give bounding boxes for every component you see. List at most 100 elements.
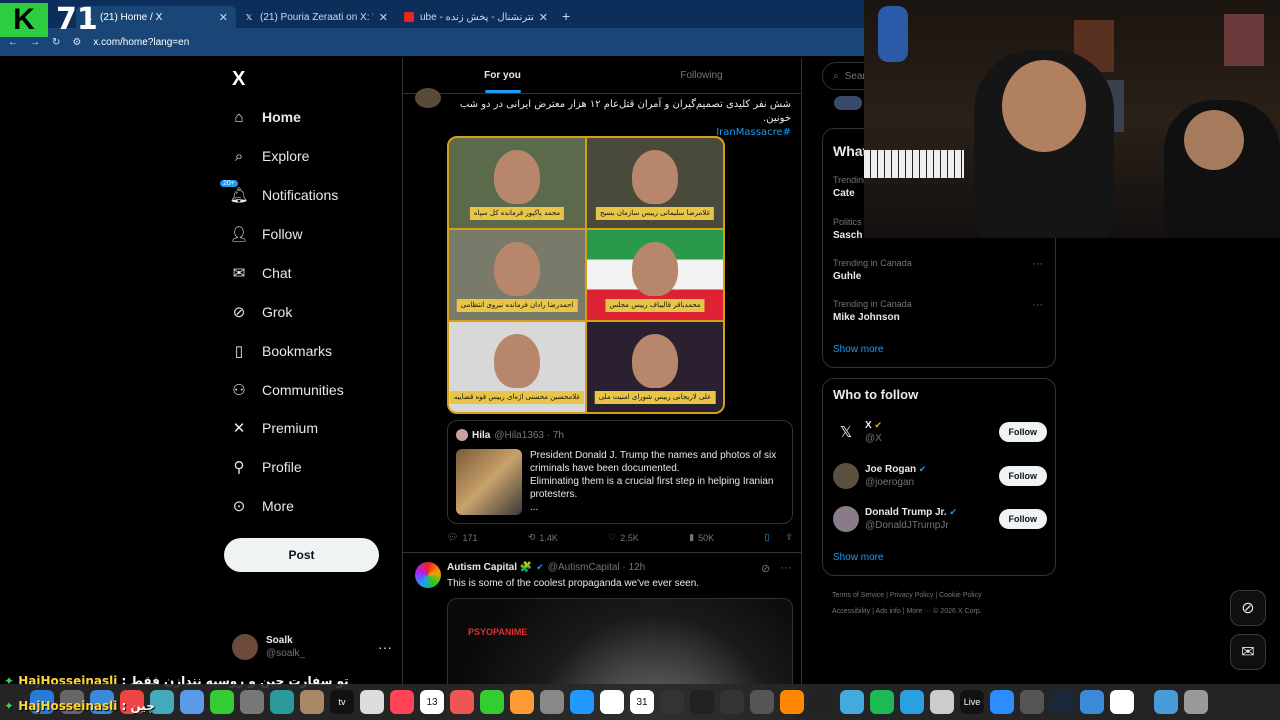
cube-app-icon[interactable] — [720, 690, 744, 714]
follow-suggestion[interactable]: Donald Trump Jr. ✔ @DonaldJTrumpJr Follo… — [833, 504, 1047, 534]
nav-home[interactable]: ⌂ Home — [230, 108, 300, 126]
tab-label: (21) Pouria Zeraati on X: "[ف] — [260, 11, 373, 23]
tab-following[interactable]: Following — [602, 58, 801, 93]
author-name[interactable]: Autism Capital 🧩 — [447, 562, 532, 573]
tweet-body: شش نفر کلیدی تصمیم‌گیران و آمران قتل‌عام… — [459, 99, 791, 124]
trend-item[interactable]: Trending in Canada Guhle ··· — [833, 258, 1047, 282]
repost-button[interactable]: ⟲ 1.4K — [528, 532, 558, 543]
close-tab-icon[interactable]: ✕ — [539, 11, 548, 24]
reply-button[interactable]: 💬︎ 171 — [447, 532, 477, 543]
nav-more[interactable]: ⊙ More — [230, 497, 294, 515]
messages-app-icon[interactable] — [210, 690, 234, 714]
messages-fab-icon[interactable]: ✉ — [1230, 634, 1266, 670]
follow-suggestion[interactable]: 𝕏 X ✔ @X Follow — [833, 417, 1047, 447]
ableton-live-icon[interactable]: Live — [960, 690, 984, 714]
nav-bookmarks[interactable]: ▯ Bookmarks — [230, 342, 332, 360]
like-button[interactable]: ♡ 2.5K — [608, 532, 639, 543]
nav-chat[interactable]: ✉ Chat — [230, 264, 292, 282]
numbers-icon[interactable] — [480, 690, 504, 714]
more-dots-icon[interactable]: ··· — [1032, 299, 1043, 311]
news-icon[interactable] — [450, 690, 474, 714]
reminders-icon[interactable] — [360, 690, 384, 714]
files-app-icon[interactable] — [930, 690, 954, 714]
system-settings-icon[interactable] — [540, 690, 564, 714]
forward-icon[interactable]: → — [30, 37, 40, 48]
portrait-cell: علی لاریجانی رییس شورای امنیت ملی — [587, 322, 723, 412]
mail-app-icon[interactable] — [180, 690, 204, 714]
pen-app-icon[interactable] — [810, 690, 834, 714]
tweet-image-grid[interactable]: محمد پاکپور فرمانده کل سپاه غلامرضا سلیم… — [447, 136, 725, 414]
portrait-caption: محمد پاکپور فرمانده کل سپاه — [469, 207, 565, 220]
vpn-app-icon[interactable] — [1080, 690, 1104, 714]
notes-icon[interactable] — [300, 690, 324, 714]
nav-follow[interactable]: 👤︎ Follow — [229, 225, 302, 243]
views-button[interactable]: ▮ 50K — [689, 532, 714, 543]
trash-icon[interactable] — [1184, 690, 1208, 714]
pages-icon[interactable] — [510, 690, 534, 714]
post-button[interactable]: Post — [224, 538, 379, 572]
bookmark-button[interactable]: ▯ ⇪ — [764, 532, 793, 543]
utility-app-icon[interactable] — [750, 690, 774, 714]
telegram-icon[interactable] — [900, 690, 924, 714]
share-icon[interactable]: ⇪ — [785, 532, 793, 543]
site-info-icon[interactable]: ⚙ — [72, 37, 81, 48]
show-more-link[interactable]: Show more — [833, 344, 884, 355]
tab-home[interactable]: 𝕏 (21) Home / X ✕ — [76, 6, 236, 28]
chatgpt-icon[interactable] — [1110, 690, 1134, 714]
portrait-cell: محمدباقر قالیباف رییس مجلس — [587, 230, 723, 320]
app-store-icon[interactable] — [570, 690, 594, 714]
close-tab-icon[interactable]: ✕ — [379, 11, 388, 24]
notion-icon[interactable] — [600, 690, 624, 714]
contacts-icon[interactable] — [240, 690, 264, 714]
calendar-icon[interactable]: 13 — [420, 690, 444, 714]
more-dots-icon[interactable]: ··· — [1032, 258, 1043, 270]
nav-explore[interactable]: ⌕ Explore — [230, 147, 310, 165]
logic-icon[interactable] — [660, 690, 684, 714]
nav-profile[interactable]: ⚲ Profile — [230, 458, 302, 476]
more-dots-icon[interactable]: ··· — [378, 639, 392, 655]
grok-fab-icon[interactable]: ⊘ — [1230, 590, 1266, 626]
footer-links[interactable]: Accessibility | Ads info | More ··· © 20… — [832, 604, 1052, 620]
account-switcher[interactable]: Soalk @soalk_ ··· — [232, 634, 392, 660]
downloads-folder-icon[interactable] — [1154, 690, 1178, 714]
follow-button[interactable]: Follow — [998, 509, 1047, 529]
portrait-caption: غلامرضا سلیمانی رییس سازمان بسیج — [595, 207, 715, 220]
follow-button[interactable]: Follow — [998, 422, 1047, 442]
nav-grok[interactable]: ⊘ Grok — [230, 303, 293, 321]
x-logo[interactable]: X — [232, 68, 402, 91]
grok-icon[interactable]: ⊘ — [761, 562, 770, 575]
calendar-app-icon[interactable]: 31 — [630, 690, 654, 714]
nav-communities[interactable]: ⚇ Communities — [230, 381, 343, 399]
maps-icon[interactable] — [270, 690, 294, 714]
fl-studio-icon[interactable] — [780, 690, 804, 714]
trend-item[interactable]: Trending in Canada Mike Johnson ··· — [833, 299, 1047, 323]
tab-youtube[interactable]: ube - ایران اینترنشنال - پخش زنده ✕ — [396, 6, 556, 28]
quoted-tweet[interactable]: Hila @Hila1363 · 7h President Donald J. … — [447, 420, 793, 524]
url-field[interactable]: x.com/home?lang=en — [93, 37, 189, 48]
reload-icon[interactable]: ↻ — [52, 37, 60, 48]
close-tab-icon[interactable]: ✕ — [219, 11, 228, 24]
show-more-link[interactable]: Show more — [833, 552, 884, 563]
steam-icon[interactable] — [1050, 690, 1074, 714]
avatar[interactable] — [415, 88, 441, 108]
follow-suggestion[interactable]: Joe Rogan ✔ @joerogan Follow — [833, 461, 1047, 491]
nav-notifications[interactable]: 🔔︎ 20+ Notifications — [220, 180, 338, 204]
back-icon[interactable]: ← — [8, 37, 18, 48]
new-tab-icon[interactable]: + — [562, 8, 570, 24]
suggestion-handle: @joerogan — [865, 477, 915, 488]
author-handle[interactable]: @AutismCapital · 12h — [548, 562, 645, 573]
preview-icon[interactable] — [840, 690, 864, 714]
footer-links[interactable]: Terms of Service | Privacy Policy | Cook… — [832, 588, 1052, 604]
tab-pouria[interactable]: 𝕏 (21) Pouria Zeraati on X: "[ف] ✕ — [236, 6, 396, 28]
more-dots-icon[interactable]: ··· — [780, 562, 791, 575]
avatar[interactable] — [415, 562, 441, 588]
tweet-menu: ⊘ ··· — [761, 562, 791, 575]
apple-tv-icon[interactable]: tv — [330, 690, 354, 714]
music-icon[interactable] — [390, 690, 414, 714]
zoom-icon[interactable] — [990, 690, 1014, 714]
obs-icon[interactable] — [1020, 690, 1044, 714]
nav-premium[interactable]: ✕ Premium — [230, 419, 318, 437]
audio-app-icon[interactable] — [690, 690, 714, 714]
follow-button[interactable]: Follow — [998, 466, 1047, 486]
spotify-icon[interactable] — [870, 690, 894, 714]
